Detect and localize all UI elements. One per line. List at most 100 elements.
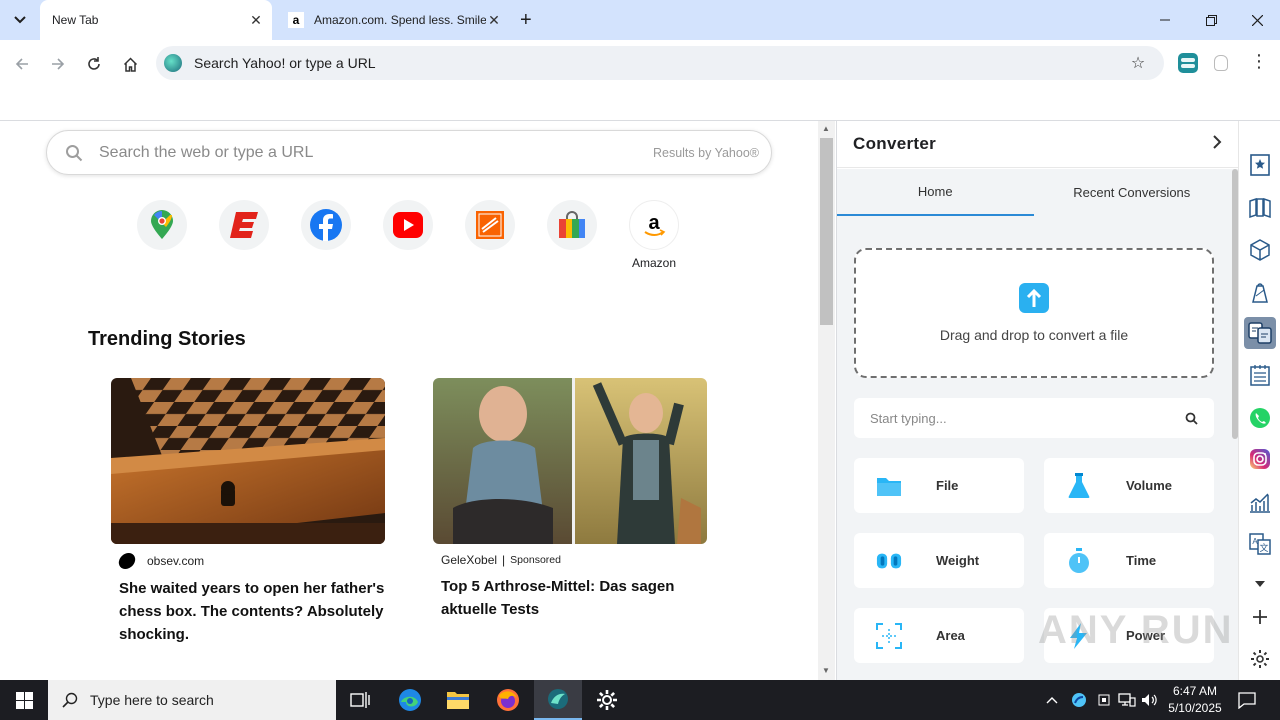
restore-button[interactable] [1188,0,1234,40]
menu-kebab-icon[interactable]: ⋮ [1250,51,1268,72]
stock-chart-icon[interactable] [1244,486,1276,518]
converter-icon[interactable] [1244,317,1276,349]
shortcut-amazon[interactable]: a Amazon [629,200,679,270]
minimize-button[interactable] [1142,0,1188,40]
file-drop-zone[interactable]: Drag and drop to convert a file [854,248,1214,378]
home-icon [123,56,137,72]
category-time[interactable]: Time [1044,533,1214,588]
gear-icon [597,690,617,710]
converter-search-placeholder: Start typing... [870,410,947,426]
shortcut-google-maps[interactable] [137,200,187,270]
whatsapp-icon[interactable] [1244,402,1276,434]
tab-amazon[interactable]: a Amazon.com. Spend less. Smile more. ✕ [280,0,510,40]
espn-icon [230,212,258,238]
edge-button[interactable] [386,680,434,720]
story-card[interactable]: obsev.com She waited years to open her f… [111,378,385,646]
taskbar-search[interactable]: Type here to search [48,680,336,720]
amazon-icon: a [644,212,666,236]
task-view-icon [350,692,370,708]
notification-center-icon[interactable] [1238,680,1256,720]
category-area[interactable]: Area [854,608,1024,663]
converter-scrollbar[interactable] [1230,169,1238,680]
extension-icon[interactable] [1214,55,1228,71]
back-button[interactable] [10,52,34,76]
tab-search-button[interactable] [9,9,31,31]
tab-title: Amazon.com. Spend less. Smile more. [314,13,486,27]
separator: | [502,553,506,567]
firefox-icon [497,689,519,711]
story-headline[interactable]: Top 5 Arthrose-Mittel: Das sagen aktuell… [441,575,707,621]
minimize-icon [1160,19,1170,21]
home-depot-icon [476,211,504,239]
converter-body: Home Recent Conversions Drag and drop to… [837,169,1230,680]
watermark: ANY RUN [1038,608,1234,652]
caret-down-icon[interactable] [1244,568,1276,600]
category-weight[interactable]: Weight [854,533,1024,588]
address-bar[interactable]: Search Yahoo! or type a URL ☆ [156,46,1164,80]
drop-zone-text: Drag and drop to convert a file [939,327,1129,343]
close-tab-icon[interactable]: ✕ [486,12,502,28]
bookmarks-icon[interactable] [1244,149,1276,181]
page-search-input[interactable]: Search the web or type a URL Results by … [46,130,772,175]
scroll-up-icon[interactable]: ▲ [822,124,830,133]
shortcut-espn[interactable] [219,200,269,270]
tray-app-icon[interactable] [1071,680,1087,720]
shortcut-shopping[interactable] [547,200,597,270]
reading-list-icon[interactable] [1244,192,1276,224]
new-tab-button[interactable]: + [520,10,532,30]
shortcut-home-depot[interactable] [465,200,515,270]
stopwatch-icon [1066,547,1092,574]
category-volume[interactable]: Volume [1044,458,1214,513]
taskbar-search-placeholder: Type here to search [90,692,214,708]
svg-text:a: a [648,212,660,234]
start-button[interactable] [0,680,48,720]
calendar-notes-icon[interactable] [1244,359,1276,391]
story-card[interactable]: GeleXobel | Sponsored Top 5 Arthrose-Mit… [433,378,707,621]
settings-button[interactable] [583,680,631,720]
folder-icon [876,473,902,499]
shortcut-facebook[interactable] [301,200,351,270]
close-tab-icon[interactable]: ✕ [248,12,264,28]
close-window-button[interactable] [1234,0,1280,40]
area-icon [876,622,902,649]
browser-toolbar: Search Yahoo! or type a URL ☆ ⋮ [0,40,1280,86]
forward-button[interactable] [46,52,70,76]
page-scrollbar[interactable]: ▲ ▼ [818,121,835,680]
network-icon[interactable] [1118,680,1136,720]
volume-icon[interactable] [1141,680,1159,720]
story-image-chess-box[interactable] [111,378,385,544]
shopping-tag-icon[interactable] [1244,277,1276,309]
tab-recent-conversions[interactable]: Recent Conversions [1034,169,1231,216]
shortcut-youtube[interactable] [383,200,433,270]
folder-icon [447,692,469,709]
scroll-down-icon[interactable]: ▼ [822,666,830,675]
home-button[interactable] [118,52,142,76]
chevron-right-icon[interactable] [1212,134,1222,155]
tray-overflow-icon[interactable] [1046,680,1058,720]
tab-home[interactable]: Home [837,169,1034,216]
tab-new-tab[interactable]: New Tab ✕ [40,0,272,40]
add-icon[interactable] [1244,601,1276,633]
tray-device-icon[interactable] [1096,680,1112,720]
package-icon[interactable] [1244,234,1276,266]
task-view-button[interactable] [336,680,384,720]
extension-toggle-icon[interactable] [1178,53,1198,73]
search-placeholder: Search the web or type a URL [99,143,314,161]
settings-gear-icon[interactable] [1244,643,1276,675]
firefox-button[interactable] [484,680,532,720]
instagram-icon[interactable] [1244,443,1276,475]
category-file[interactable]: File [854,458,1024,513]
converter-search-input[interactable]: Start typing... [854,398,1214,438]
story-headline[interactable]: She waited years to open her father's ch… [119,577,385,646]
bookmark-star-icon[interactable]: ☆ [1126,53,1150,73]
file-explorer-button[interactable] [434,680,482,720]
browser-app-icon [548,689,568,709]
search-icon [62,692,78,708]
translate-icon[interactable]: 文A [1244,528,1276,560]
active-app-button[interactable] [534,680,582,720]
restore-icon [1205,14,1217,26]
scrollbar-thumb[interactable] [820,138,833,325]
story-image-senior-man[interactable] [433,378,707,544]
taskbar-clock[interactable]: 6:47 AM 5/10/2025 [1160,683,1230,717]
reload-button[interactable] [82,52,106,76]
